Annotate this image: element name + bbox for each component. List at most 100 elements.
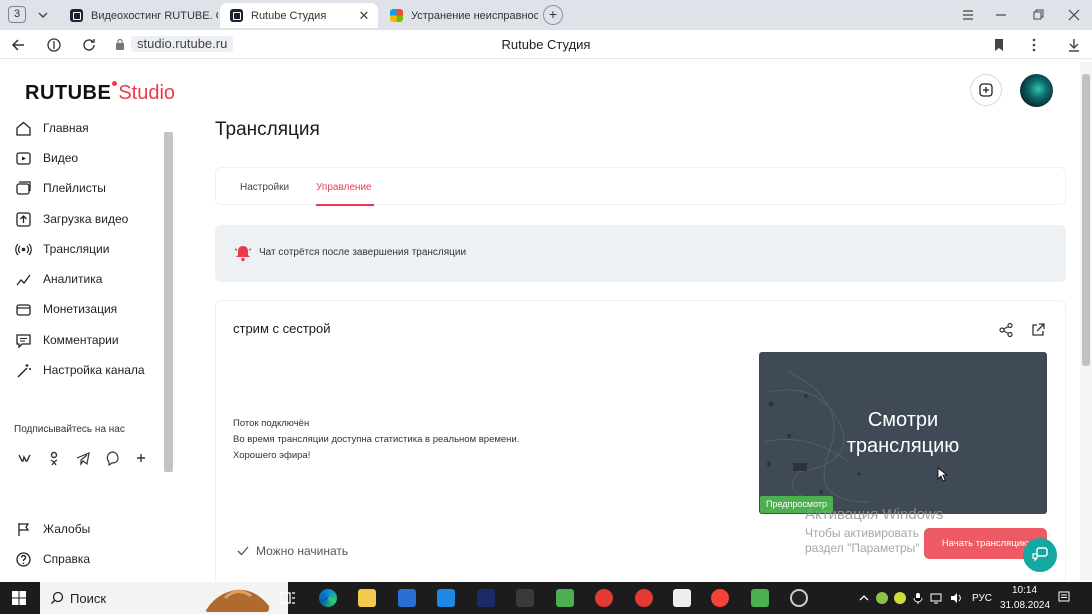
- external-link-icon[interactable]: [1030, 322, 1046, 338]
- bookmark-icon[interactable]: [991, 37, 1007, 53]
- ok-icon[interactable]: [46, 450, 62, 466]
- language-indicator[interactable]: РУС: [972, 593, 992, 604]
- tray-app-icon[interactable]: [876, 592, 888, 604]
- playlist-icon: [16, 180, 31, 195]
- obs-icon[interactable]: [790, 589, 808, 607]
- browser-tab-rutube-studio[interactable]: Rutube Студия ✕: [220, 3, 378, 28]
- sidebar-item-channel-settings[interactable]: Настройка канала: [15, 359, 145, 381]
- preview-caption-line: Смотри: [867, 409, 939, 431]
- page-scroll-thumb[interactable]: [1082, 74, 1090, 366]
- close-window-icon[interactable]: [1066, 8, 1082, 22]
- sidebar-item-playlists[interactable]: Плейлисты: [15, 177, 106, 199]
- support-chat-button[interactable]: [1023, 538, 1057, 572]
- store-icon[interactable]: [398, 589, 416, 607]
- clock-time[interactable]: 10:14: [1012, 585, 1037, 596]
- yandex-browser-icon[interactable]: [711, 589, 729, 607]
- network-icon[interactable]: [930, 592, 942, 604]
- analytics-icon: [16, 274, 31, 285]
- download-icon[interactable]: [1066, 37, 1082, 53]
- windows-start-icon[interactable]: [12, 591, 26, 605]
- rutube-icon: [70, 9, 83, 22]
- rutube-icon: [230, 9, 243, 22]
- sidebar-scroll-thumb[interactable]: [164, 132, 173, 472]
- stream-preview[interactable]: Смотри трансляцию: [759, 352, 1047, 514]
- sidebar-item-broadcasts[interactable]: Трансляции: [15, 238, 109, 260]
- sidebar-item-label: Монетизация: [43, 302, 118, 316]
- task-view-icon[interactable]: [279, 589, 297, 607]
- sidebar-item-monetization[interactable]: Монетизация: [15, 298, 117, 320]
- browser-tab-rutube-hosting[interactable]: Видеохостинг RUTUBE. С: [60, 3, 218, 28]
- viber-icon[interactable]: [104, 450, 120, 466]
- page-scrollbar[interactable]: [1080, 62, 1092, 580]
- sidebar-item-label: Плейлисты: [43, 181, 106, 195]
- tab-settings[interactable]: Настройки: [240, 182, 289, 193]
- new-tab-button[interactable]: +: [543, 5, 563, 25]
- mail-icon[interactable]: [437, 589, 455, 607]
- search-highlight-image: [205, 589, 269, 612]
- url-field[interactable]: studio.rutube.ru: [131, 36, 234, 52]
- tab-count[interactable]: 3: [8, 6, 26, 23]
- game-app-icon[interactable]: [516, 589, 534, 607]
- sidebar-item-label: Главная: [43, 121, 89, 135]
- sidebar-item-comments[interactable]: Комментарии: [15, 329, 119, 351]
- yandex-protect-icon[interactable]: [44, 35, 64, 55]
- vk-icon[interactable]: [17, 450, 33, 466]
- upload-square-icon: [979, 83, 993, 97]
- runner-app-icon[interactable]: [673, 589, 691, 607]
- more-social-icon[interactable]: [133, 450, 149, 466]
- sidebar-item-video[interactable]: Видео: [15, 147, 78, 169]
- chevron-down-icon[interactable]: [34, 6, 52, 24]
- dota-shield-icon[interactable]: [477, 589, 495, 607]
- tab-label: Rutube Студия: [251, 9, 327, 22]
- chat-bubbles-icon: [1032, 547, 1048, 562]
- upload-button[interactable]: [970, 74, 1002, 106]
- reload-icon[interactable]: [79, 35, 99, 55]
- tray-chevron-up-icon[interactable]: [858, 592, 870, 604]
- back-icon[interactable]: [9, 35, 29, 55]
- share-icon[interactable]: [998, 322, 1014, 338]
- minecraft-icon[interactable]: [751, 589, 769, 607]
- avatar[interactable]: [1020, 74, 1053, 107]
- comments-icon: [16, 333, 31, 349]
- sidebar-item-complaints[interactable]: Жалобы: [15, 518, 90, 540]
- ready-indicator: Можно начинать: [237, 544, 348, 558]
- edge-icon[interactable]: [319, 589, 337, 607]
- minecraft-launcher-icon[interactable]: [556, 589, 574, 607]
- sidebar-item-label: Загрузка видео: [43, 212, 129, 226]
- microphone-icon[interactable]: [912, 592, 924, 604]
- tray-app-icon[interactable]: [894, 592, 906, 604]
- windows-activation-title: Активация Windows: [805, 506, 944, 523]
- tab-management[interactable]: Управление: [316, 182, 372, 193]
- sidebar-scrollbar[interactable]: [164, 122, 173, 577]
- preview-caption: Смотри трансляцию: [759, 407, 1047, 459]
- close-tab-icon[interactable]: ✕: [356, 8, 372, 24]
- more-vertical-icon[interactable]: [1026, 37, 1042, 53]
- yandex-icon[interactable]: [595, 589, 613, 607]
- sidebar-item-label: Справка: [43, 552, 91, 566]
- file-explorer-icon[interactable]: [358, 589, 376, 607]
- sidebar-item-label: Аналитика: [43, 272, 103, 286]
- menu-icon[interactable]: [960, 8, 976, 22]
- taskbar-search-label: Поиск: [70, 591, 107, 606]
- social-title: Подписывайтесь на нас: [14, 424, 125, 435]
- sidebar-item-upload[interactable]: Загрузка видео: [15, 208, 128, 230]
- clock-date[interactable]: 31.08.2024: [1000, 600, 1050, 611]
- broadcast-icon: [15, 243, 32, 255]
- sidebar-item-help[interactable]: Справка: [15, 548, 90, 570]
- rutube-studio-logo[interactable]: RUTUBE Studio: [25, 80, 175, 104]
- opera-gx-icon[interactable]: [635, 589, 653, 607]
- sidebar-item-analytics[interactable]: Аналитика: [15, 268, 102, 290]
- video-icon: [16, 151, 31, 165]
- volume-icon[interactable]: [950, 592, 962, 604]
- notifications-icon[interactable]: [1058, 591, 1070, 603]
- telegram-icon[interactable]: [75, 450, 91, 466]
- minimize-icon[interactable]: [993, 8, 1009, 22]
- browser-tab-troubleshoot[interactable]: Устранение неисправнос: [380, 3, 538, 28]
- windows-taskbar: [0, 582, 1092, 614]
- logo-rutube-text: RUTUBE: [25, 82, 112, 104]
- windows-activation-line: Чтобы активировать: [805, 526, 919, 540]
- sidebar-item-home[interactable]: Главная: [15, 117, 89, 139]
- restore-icon[interactable]: [1030, 8, 1046, 22]
- logo-dot: [112, 81, 118, 86]
- sidebar-item-label: Комментарии: [43, 333, 119, 347]
